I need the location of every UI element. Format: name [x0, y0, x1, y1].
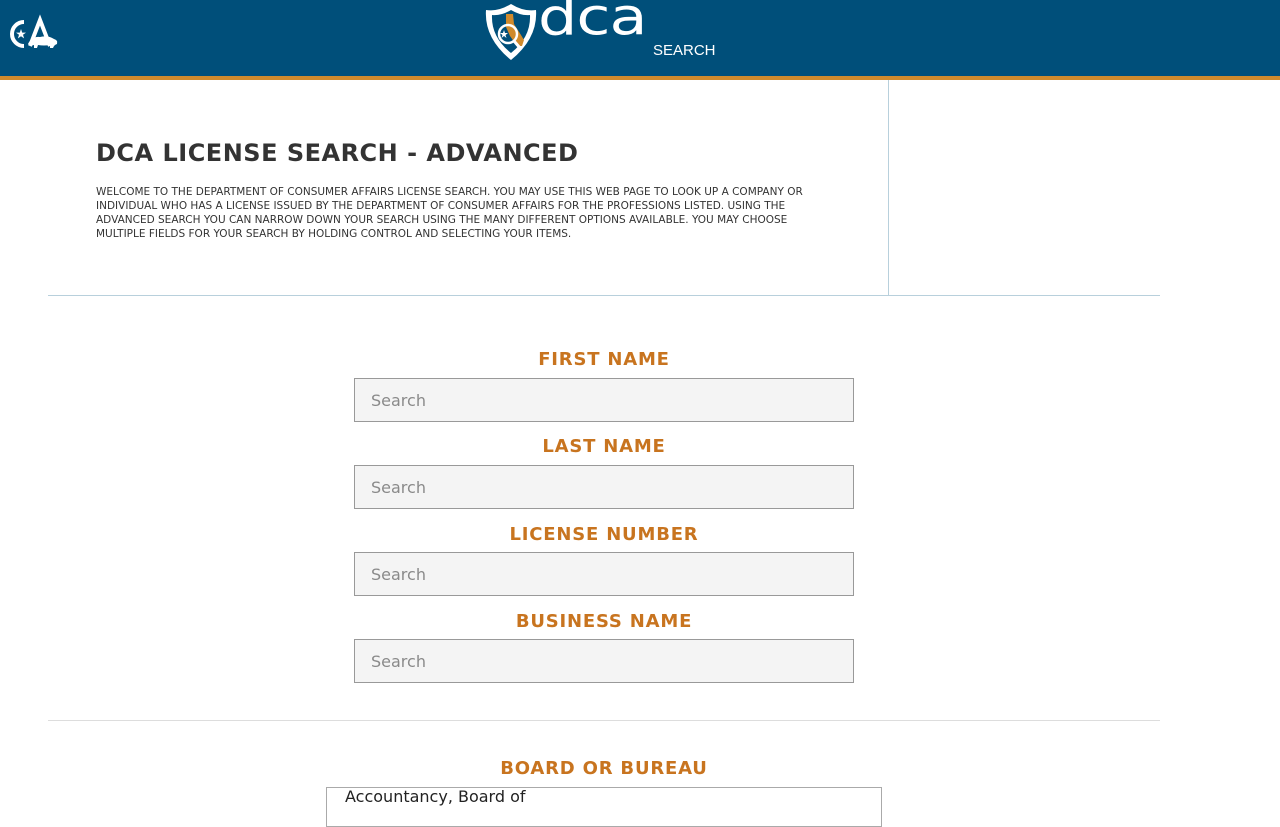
- site-header: dca SEARCH: [0, 0, 1280, 80]
- board-bureau-select[interactable]: Accountancy, Board of: [326, 787, 882, 827]
- dca-search-logo[interactable]: dca SEARCH: [484, 0, 730, 64]
- page-description: WELCOME TO THE DEPARTMENT OF CONSUMER AF…: [96, 186, 803, 240]
- board-bureau-label: BOARD OR BUREAU: [500, 758, 708, 779]
- intro-section: DCA LICENSE SEARCH - ADVANCED WELCOME TO…: [48, 80, 1160, 296]
- section-separator: [48, 720, 1160, 721]
- first-name-label: FIRST NAME: [538, 349, 670, 370]
- first-name-input[interactable]: [354, 378, 854, 422]
- intro-divider: [888, 80, 889, 295]
- dca-shield-icon: [485, 4, 537, 60]
- dca-search-subtitle: SEARCH: [653, 42, 716, 59]
- last-name-label: LAST NAME: [542, 436, 666, 457]
- ca-state-logo[interactable]: [4, 14, 60, 54]
- ca-bear-icon: [10, 14, 58, 48]
- license-number-input[interactable]: [354, 552, 854, 596]
- license-number-label: LICENSE NUMBER: [509, 524, 699, 545]
- dca-wordmark: dca: [538, 0, 647, 47]
- page-title: DCA LICENSE SEARCH - ADVANCED: [96, 139, 579, 167]
- business-name-label: BUSINESS NAME: [515, 611, 693, 632]
- business-name-input[interactable]: [354, 639, 854, 683]
- last-name-input[interactable]: [354, 465, 854, 509]
- board-option[interactable]: Accountancy, Board of: [345, 788, 526, 806]
